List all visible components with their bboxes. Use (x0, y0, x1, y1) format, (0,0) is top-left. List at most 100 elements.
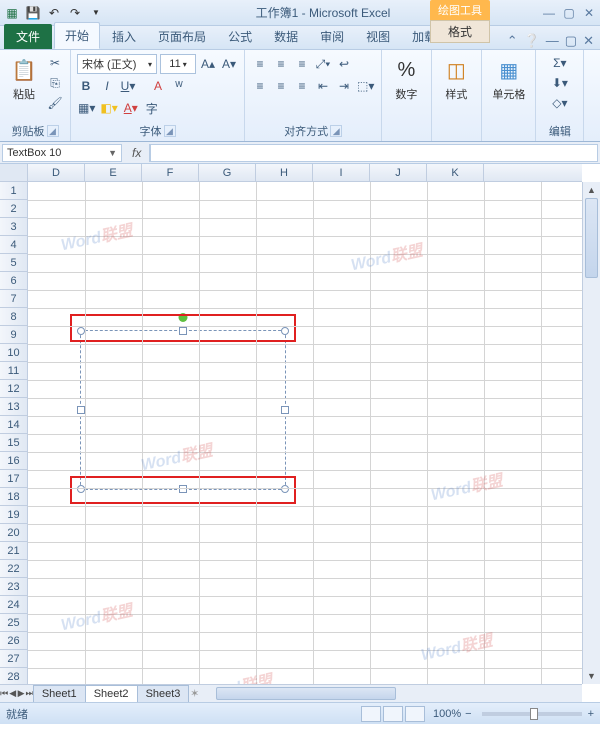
minimize-icon[interactable]: — (542, 6, 556, 20)
fx-icon[interactable]: fx (124, 144, 150, 162)
cells-button[interactable]: ▦单元格 (488, 54, 529, 104)
row-header[interactable]: 12 (0, 380, 27, 398)
save-icon[interactable]: 💾 (25, 5, 41, 21)
bold-button[interactable]: B (77, 77, 95, 95)
row-header[interactable]: 15 (0, 434, 27, 452)
phonetic-icon[interactable]: ᵂ (170, 77, 188, 95)
grow-font-icon[interactable]: A▴ (199, 55, 217, 73)
undo-icon[interactable]: ↶ (46, 5, 62, 21)
sheet-tab-active[interactable]: Sheet2 (85, 685, 138, 702)
qat-dropdown-icon[interactable]: ▼ (88, 5, 104, 21)
select-all-button[interactable] (0, 164, 28, 182)
scroll-down-icon[interactable]: ▼ (583, 668, 600, 684)
row-header[interactable]: 11 (0, 362, 27, 380)
font-dialog-icon[interactable]: ◢ (164, 125, 176, 137)
col-header[interactable]: D (28, 164, 85, 181)
increase-indent-icon[interactable]: ⇥ (335, 77, 353, 95)
row-header[interactable]: 22 (0, 560, 27, 578)
row-header[interactable]: 8 (0, 308, 27, 326)
tab-insert[interactable]: 插入 (102, 24, 146, 49)
row-header[interactable]: 9 (0, 326, 27, 344)
tab-file[interactable]: 文件 (4, 24, 52, 49)
tab-formulas[interactable]: 公式 (218, 24, 262, 49)
window-min-icon[interactable]: — (546, 33, 559, 49)
window-close-icon[interactable]: ✕ (583, 33, 594, 49)
row-header[interactable]: 2 (0, 200, 27, 218)
tab-view[interactable]: 视图 (356, 24, 400, 49)
resize-handle-e[interactable] (281, 406, 289, 414)
row-header[interactable]: 7 (0, 290, 27, 308)
decrease-indent-icon[interactable]: ⇤ (314, 77, 332, 95)
col-header[interactable]: I (313, 164, 370, 181)
page-layout-view-icon[interactable] (383, 706, 403, 722)
cjk-spacing-icon[interactable]: 字 (143, 99, 161, 117)
row-header[interactable]: 23 (0, 578, 27, 596)
resize-handle-w[interactable] (77, 406, 85, 414)
orientation-icon[interactable]: ⤢▾ (314, 55, 332, 73)
first-sheet-icon[interactable]: ⏮ (0, 688, 8, 699)
hscroll-thumb[interactable] (216, 687, 396, 700)
col-header[interactable]: J (370, 164, 427, 181)
row-header[interactable]: 6 (0, 272, 27, 290)
next-sheet-icon[interactable]: ▶ (17, 688, 25, 699)
clear-icon[interactable]: ◇▾ (542, 94, 577, 112)
align-right-icon[interactable]: ≡ (293, 77, 311, 95)
align-top-icon[interactable]: ≡ (251, 55, 269, 73)
align-middle-icon[interactable]: ≡ (272, 55, 290, 73)
tab-page-layout[interactable]: 页面布局 (148, 24, 216, 49)
close-icon[interactable]: ✕ (582, 6, 596, 20)
tab-home[interactable]: 开始 (54, 22, 100, 49)
zoom-out-icon[interactable]: − (465, 708, 471, 720)
styles-button[interactable]: ◫样式 (438, 54, 474, 104)
redo-icon[interactable]: ↷ (67, 5, 83, 21)
row-header[interactable]: 21 (0, 542, 27, 560)
tab-data[interactable]: 数据 (264, 24, 308, 49)
new-sheet-icon[interactable]: ✶ (189, 687, 200, 700)
format-painter-icon[interactable]: 🖌 (46, 94, 64, 112)
scroll-up-icon[interactable]: ▲ (583, 182, 600, 198)
italic-button[interactable]: I (98, 77, 116, 95)
cells-grid[interactable] (28, 182, 582, 684)
row-header[interactable]: 26 (0, 632, 27, 650)
align-bottom-icon[interactable]: ≡ (293, 55, 311, 73)
col-header[interactable]: K (427, 164, 484, 181)
minimize-ribbon-icon[interactable]: ⌃ (507, 33, 518, 49)
row-header[interactable]: 17 (0, 470, 27, 488)
sheet-tab[interactable]: Sheet3 (137, 685, 190, 702)
font-color-a-icon[interactable]: A (149, 77, 167, 95)
row-header[interactable]: 18 (0, 488, 27, 506)
shrink-font-icon[interactable]: A▾ (220, 55, 238, 73)
row-header[interactable]: 27 (0, 650, 27, 668)
row-header[interactable]: 3 (0, 218, 27, 236)
font-size-combo[interactable]: 11▾ (160, 54, 196, 74)
merge-cells-icon[interactable]: ⬚▾ (356, 77, 375, 95)
row-header[interactable]: 13 (0, 398, 27, 416)
row-header[interactable]: 14 (0, 416, 27, 434)
sheet-tab[interactable]: Sheet1 (33, 685, 86, 702)
zoom-slider[interactable] (482, 712, 582, 716)
border-icon[interactable]: ▦▾ (77, 99, 96, 117)
help-icon[interactable]: ❔ (524, 33, 540, 49)
font-name-combo[interactable]: 宋体 (正文)▾ (77, 54, 157, 74)
row-header[interactable]: 1 (0, 182, 27, 200)
col-header[interactable]: F (142, 164, 199, 181)
scroll-thumb[interactable] (585, 198, 598, 278)
vertical-scrollbar[interactable]: ▲ ▼ (582, 182, 600, 684)
col-header[interactable]: G (199, 164, 256, 181)
align-center-icon[interactable]: ≡ (272, 77, 290, 95)
tab-format[interactable]: 格式 (430, 20, 490, 43)
prev-sheet-icon[interactable]: ◀ (8, 688, 16, 699)
number-button[interactable]: %数字 (388, 54, 424, 104)
zoom-in-icon[interactable]: + (588, 708, 594, 720)
clipboard-dialog-icon[interactable]: ◢ (47, 125, 59, 137)
row-header[interactable]: 25 (0, 614, 27, 632)
maximize-icon[interactable]: ▢ (562, 6, 576, 20)
zoom-thumb[interactable] (530, 708, 538, 720)
row-header[interactable]: 19 (0, 506, 27, 524)
row-header[interactable]: 20 (0, 524, 27, 542)
col-header[interactable]: H (256, 164, 313, 181)
page-break-view-icon[interactable] (405, 706, 425, 722)
row-header[interactable]: 10 (0, 344, 27, 362)
formula-input[interactable] (150, 144, 598, 162)
window-restore-icon[interactable]: ▢ (565, 33, 577, 49)
